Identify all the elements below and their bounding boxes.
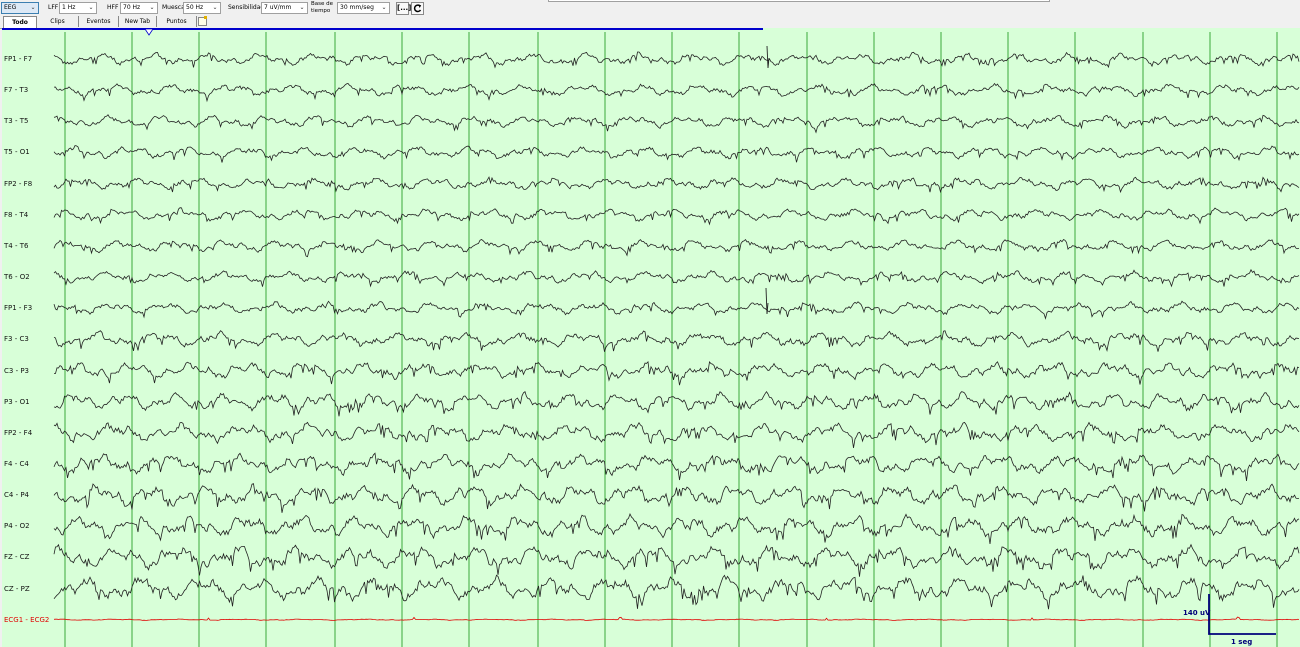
ecg-trace	[53, 616, 1300, 621]
hff-value: 70 Hz	[123, 4, 141, 11]
montage-value: EEG	[4, 4, 17, 11]
chevron-down-icon: ⌄	[149, 4, 155, 11]
sensitivity-value: 7 uV/mm	[264, 4, 292, 11]
fit-button[interactable]: [...]	[396, 2, 411, 15]
eeg-plot[interactable]: FP1 - F7 F7 - T3 T3 - T5 T5 - O1 FP2 - F8 F8 …	[2, 28, 1300, 647]
channel-label[interactable]: FZ - CZ	[4, 553, 29, 561]
hff-label: HFF	[107, 4, 119, 11]
chevron-down-icon: ⌄	[88, 4, 94, 11]
toolbar: EEG ⌄ LFF 1 Hz ⌄ HFF 70 Hz ⌄ Muesca 50 H…	[0, 0, 1300, 16]
channel-label[interactable]: T3 - T5	[4, 117, 28, 125]
add-tab-icon[interactable]	[198, 16, 207, 26]
channel-label[interactable]: FP2 - F8	[4, 180, 32, 188]
refresh-icon	[413, 4, 422, 13]
notch-select[interactable]: 50 Hz ⌄	[183, 2, 221, 14]
lff-select[interactable]: 1 Hz ⌄	[59, 2, 97, 14]
chevron-down-icon: ⌄	[30, 4, 36, 11]
channel-label[interactable]: P3 - O1	[4, 398, 30, 406]
calibration-amplitude: 140 uV	[1183, 609, 1211, 617]
channel-label[interactable]: F3 - C3	[4, 335, 29, 343]
tab-puntos[interactable]: Puntos	[157, 16, 197, 27]
eeg-trace	[53, 543, 1300, 577]
notch-value: 50 Hz	[186, 4, 204, 11]
eeg-trace	[53, 452, 1300, 481]
montage-select[interactable]: EEG ⌄	[1, 2, 39, 14]
sensitivity-label: Sensibilidad	[228, 4, 265, 11]
calibration-bar	[1208, 594, 1276, 635]
eeg-trace	[53, 207, 1300, 226]
channel-label[interactable]: FP2 - F4	[4, 429, 32, 437]
eeg-trace	[53, 300, 1300, 320]
channel-label[interactable]: FP1 - F7	[4, 55, 32, 63]
artifact-spike	[766, 45, 770, 69]
channel-label[interactable]: F8 - T4	[4, 211, 28, 219]
eeg-trace	[53, 574, 1300, 610]
channel-label[interactable]: C3 - P3	[4, 367, 29, 375]
calibration-time: 1 seg	[1231, 638, 1253, 646]
eeg-trace	[54, 360, 1300, 386]
eeg-trace	[53, 114, 1300, 134]
eeg-trace	[53, 268, 1300, 288]
timebase-label-1: Base de	[311, 1, 334, 7]
eeg-trace	[53, 330, 1300, 353]
timebase-select[interactable]: 30 mm/seg ⌄	[337, 2, 390, 14]
eeg-traces-svg	[2, 28, 1300, 647]
eeg-trace	[53, 238, 1300, 258]
tab-new-tab[interactable]: New Tab	[119, 16, 157, 27]
eeg-trace	[53, 82, 1300, 103]
channel-label[interactable]: F4 - C4	[4, 460, 29, 468]
eeg-trace	[53, 483, 1300, 513]
hff-select[interactable]: 70 Hz ⌄	[120, 2, 158, 14]
channel-label[interactable]: F7 - T3	[4, 86, 28, 94]
eeg-trace	[53, 512, 1300, 545]
channel-label[interactable]: ECG1 - ECG2	[4, 616, 49, 624]
sensitivity-select[interactable]: 7 uV/mm ⌄	[261, 2, 308, 14]
top-search-box[interactable]	[548, 0, 1050, 2]
tab-todo[interactable]: Todo	[3, 16, 37, 28]
eeg-trace	[53, 145, 1300, 163]
chevron-down-icon: ⌄	[299, 4, 305, 11]
channel-label[interactable]: P4 - O2	[4, 522, 30, 530]
eeg-trace	[53, 421, 1300, 448]
chevron-down-icon: ⌄	[212, 4, 218, 11]
channel-label[interactable]: CZ - PZ	[4, 585, 30, 593]
lff-label: LFF	[48, 4, 59, 11]
timebase-value: 30 mm/seg	[340, 4, 374, 11]
notch-label: Muesca	[162, 4, 185, 11]
channel-label[interactable]: C4 - P4	[4, 491, 29, 499]
artifact-spike	[765, 287, 769, 315]
eeg-trace	[53, 51, 1300, 69]
lff-value: 1 Hz	[62, 4, 76, 11]
eeg-trace	[53, 176, 1300, 194]
timebase-label-2: tiempo	[311, 8, 331, 14]
tab-clips[interactable]: Clips	[37, 16, 79, 27]
cursor-marker-icon	[144, 28, 154, 36]
eeg-trace	[53, 390, 1300, 417]
channel-label[interactable]: T5 - O1	[4, 148, 30, 156]
refresh-button[interactable]	[411, 2, 424, 15]
channel-label[interactable]: FP1 - F3	[4, 304, 32, 312]
chevron-down-icon: ⌄	[381, 4, 387, 11]
channel-label[interactable]: T4 - T6	[4, 242, 28, 250]
channel-label[interactable]: T6 - O2	[4, 273, 30, 281]
tab-eventos[interactable]: Eventos	[79, 16, 119, 27]
